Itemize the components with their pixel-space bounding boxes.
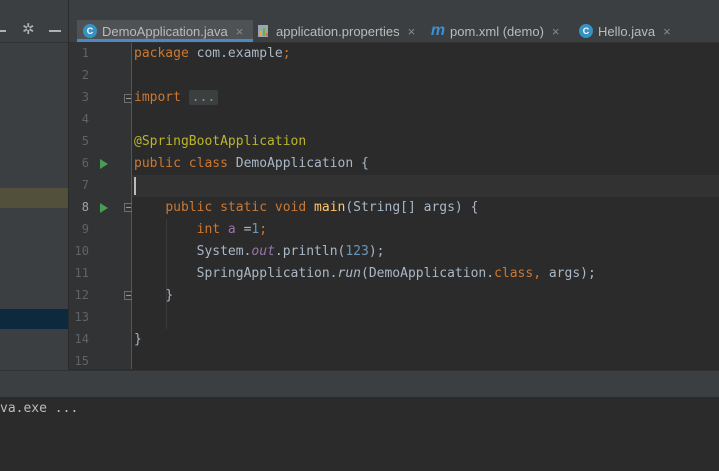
line-number: 5 <box>81 134 89 148</box>
folded-imports[interactable]: ... <box>188 90 219 105</box>
code-line-10: int a =1; <box>196 222 268 237</box>
java-class-icon: C <box>83 24 97 38</box>
code-line-15: } <box>134 332 142 347</box>
collapse-icon[interactable] <box>0 30 6 32</box>
line-number: 4 <box>81 112 89 126</box>
code-line-3: import ... <box>134 87 219 109</box>
code-line-1: package com.example; <box>134 46 291 61</box>
tree-item-highlighted[interactable] <box>0 188 68 208</box>
code-line-13: } <box>165 288 174 303</box>
text-caret <box>134 177 136 195</box>
tab-label: DemoApplication.java <box>102 23 228 39</box>
line-number: 2 <box>81 68 89 82</box>
close-icon[interactable]: × <box>552 24 560 39</box>
java-class-icon: C <box>579 24 593 38</box>
maven-icon: m <box>430 22 446 39</box>
close-icon[interactable]: × <box>236 24 244 39</box>
tab-label: Hello.java <box>598 23 656 39</box>
line-number: 10 <box>74 244 89 258</box>
line-number: 11 <box>74 266 89 280</box>
line-number: 3 <box>81 90 89 104</box>
code-line-7: public class DemoApplication { <box>134 156 369 171</box>
tab-label: application.properties <box>276 23 400 39</box>
editor-tab-bar: C DemoApplication.java × application.pro… <box>69 0 719 43</box>
tab-application-properties[interactable]: application.properties × <box>257 20 415 42</box>
hide-panel-icon[interactable] <box>49 30 61 32</box>
code-line-6: @SpringBootApplication <box>134 134 307 149</box>
run-class-icon[interactable] <box>100 159 108 169</box>
line-number: 6 <box>81 156 89 170</box>
tab-demo-application[interactable]: C DemoApplication.java × <box>77 20 253 42</box>
line-number: 1 <box>81 46 89 60</box>
run-tool-window-header <box>0 370 719 398</box>
run-main-icon[interactable] <box>100 203 108 213</box>
line-number: 12 <box>74 288 89 302</box>
line-number: 7 <box>81 178 89 192</box>
code-line-9: public static void main(String[] args) { <box>165 200 479 215</box>
tree-item-selected[interactable] <box>0 309 68 329</box>
line-number: 9 <box>81 222 89 236</box>
gear-icon[interactable]: ✲ <box>22 22 38 38</box>
code-editor[interactable]: package com.example; import ... @SpringB… <box>132 43 719 369</box>
tab-label: pom.xml (demo) <box>450 23 544 39</box>
line-number: 8 <box>81 200 89 214</box>
project-panel: ✲ <box>0 0 68 370</box>
close-icon[interactable]: × <box>408 24 416 39</box>
current-line-highlight <box>132 175 719 197</box>
line-number: 14 <box>74 332 89 346</box>
console-output: va.exe ... <box>0 401 79 416</box>
line-number: 13 <box>74 310 89 324</box>
run-console[interactable]: va.exe ... <box>0 397 719 471</box>
editor-gutter: 1 2 3 4 5 6 7 8 9 10 11 12 13 14 15 16 <box>69 43 133 390</box>
tab-hello-java[interactable]: C Hello.java × <box>579 20 671 42</box>
line-number: 15 <box>74 354 89 368</box>
code-line-12: SpringApplication.run(DemoApplication.cl… <box>196 266 596 281</box>
project-toolbar: ✲ <box>0 0 68 43</box>
properties-file-icon <box>257 24 271 38</box>
tab-pom-xml[interactable]: m pom.xml (demo) × <box>431 20 560 42</box>
close-icon[interactable]: × <box>663 24 671 39</box>
code-line-11: System.out.println(123); <box>196 244 385 259</box>
